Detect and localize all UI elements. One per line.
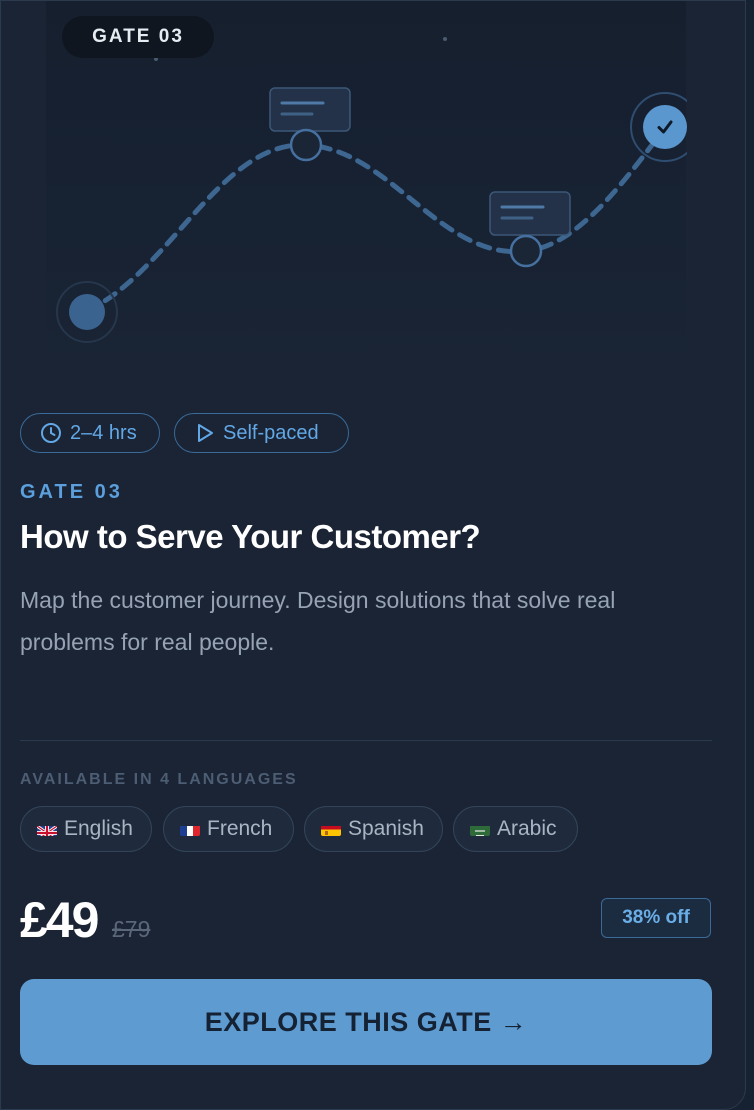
gate-title: How to Serve Your Customer? [20,518,481,555]
discount-badge: 38% off [601,898,711,938]
gate-card: GATE 03 2–4 hrs Self-paced GATE 03 How t… [0,0,746,1110]
uk-flag-icon [37,822,57,836]
language-chip-english[interactable]: English [20,806,152,852]
language-name: English [64,817,133,840]
duration-chip: 2–4 hrs [20,413,160,453]
checkmark-icon [657,120,673,134]
language-chip-arabic[interactable]: Arabic [453,806,578,852]
explore-gate-button[interactable]: EXPLORE THIS GATE → [20,979,712,1065]
language-chip-spanish[interactable]: Spanish [304,806,443,852]
languages-label: AVAILABLE IN 4 LANGUAGES [20,771,298,788]
current-price: £49 [20,892,99,948]
spain-flag-icon [321,822,341,836]
pace-chip: Self-paced [174,413,349,453]
saudi-flag-icon [470,822,490,836]
clock-icon [40,422,62,444]
original-price: £79 [112,916,151,942]
gate-eyebrow: GATE 03 [20,481,123,503]
divider [20,740,712,741]
language-chip-french[interactable]: French [163,806,294,852]
language-name: French [207,817,273,840]
france-flag-icon [180,822,200,836]
gate-description: Map the customer journey. Design solutio… [20,587,616,655]
journey-path-illustration [56,1,701,381]
language-name: Arabic [497,817,557,840]
play-icon [195,422,215,444]
language-name: Spanish [348,817,424,840]
pace-label: Self-paced [223,421,319,444]
hero-gate-badge: GATE 03 [62,16,214,58]
duration-label: 2–4 hrs [70,421,137,444]
